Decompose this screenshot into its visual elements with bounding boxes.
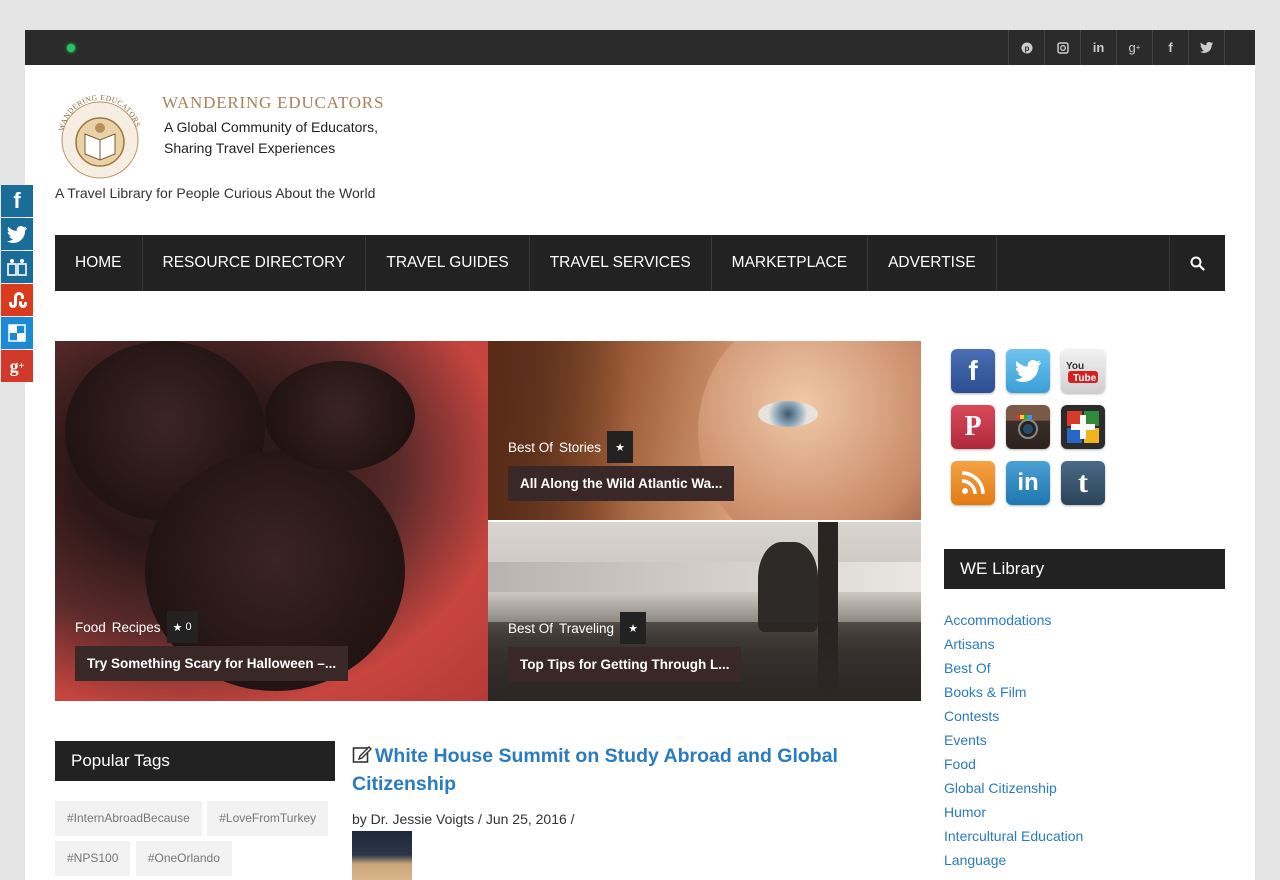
- linkedin-icon[interactable]: in: [1081, 30, 1117, 65]
- library-item[interactable]: Accommodations: [944, 611, 1083, 635]
- google-plus-icon[interactable]: g +: [1, 350, 33, 382]
- stumbleupon-icon[interactable]: [1, 284, 33, 316]
- nav-item-resource-directory[interactable]: RESOURCE DIRECTORY: [143, 235, 367, 291]
- floating-share-bar: f g +: [1, 185, 33, 383]
- tag-cloud: #InternAbroadBecause #LoveFromTurkey #NP…: [55, 801, 335, 880]
- slide-halloween[interactable]: Food Recipes ★ 0 Try Something Scary for…: [55, 341, 488, 701]
- google-plus-icon[interactable]: [1061, 405, 1105, 449]
- library-item[interactable]: Humor: [944, 803, 1083, 827]
- library-item[interactable]: Language: [944, 851, 1083, 875]
- slide-title[interactable]: Top Tips for Getting Through L...: [508, 647, 742, 682]
- nav-item-travel-services[interactable]: TRAVEL SERVICES: [530, 235, 712, 291]
- logo-line-1: A Global Community of Educators,: [164, 119, 378, 135]
- delicious-icon[interactable]: [1, 317, 33, 349]
- facebook-icon[interactable]: f: [1, 185, 33, 217]
- logo-title: WANDERING EDUCATORS: [162, 93, 384, 112]
- widget-title-popular-tags: Popular Tags: [55, 741, 335, 781]
- slide-title[interactable]: Try Something Scary for Halloween –...: [75, 646, 349, 681]
- slide-categories: Best Of Stories ★: [508, 431, 634, 463]
- svg-text:You: You: [1066, 361, 1084, 372]
- category-link[interactable]: Food: [75, 620, 106, 635]
- svg-text:p: p: [1024, 44, 1029, 53]
- tag-link[interactable]: #OneOrlando: [135, 841, 232, 876]
- pinterest-icon[interactable]: P: [951, 405, 995, 449]
- pinterest-icon[interactable]: p: [1009, 30, 1045, 65]
- slide-wild-atlantic[interactable]: Best Of Stories ★ All Along the Wild Atl…: [488, 341, 921, 520]
- slide-categories: Food Recipes ★ 0: [75, 611, 198, 643]
- post-title-block: White House Summit on Study Abroad and G…: [352, 742, 872, 798]
- nav-item-marketplace[interactable]: MARKETPLACE: [712, 235, 869, 291]
- facebook-icon[interactable]: f: [951, 349, 995, 393]
- tag-link[interactable]: #NPS100: [55, 841, 131, 876]
- logo-line-2: Sharing Travel Experiences: [164, 140, 335, 156]
- site-logo[interactable]: WANDERING EDUCATORS WANDERING EDUCATORS …: [55, 92, 395, 182]
- featured-slider: Food Recipes ★ 0 Try Something Scary for…: [55, 341, 921, 701]
- library-item[interactable]: Events: [944, 731, 1083, 755]
- favorite-badge[interactable]: ★ 0: [166, 611, 198, 643]
- slide-categories: Best Of Traveling ★: [508, 612, 647, 644]
- nav-item-advertise[interactable]: ADVERTISE: [868, 235, 997, 291]
- library-item[interactable]: Books & Film: [944, 683, 1083, 707]
- tumblr-icon[interactable]: t: [1061, 461, 1105, 505]
- category-link[interactable]: Traveling: [559, 621, 614, 636]
- search-icon: [1190, 256, 1205, 271]
- instagram-icon[interactable]: [1045, 30, 1081, 65]
- tag-link[interactable]: #InternAbroadBecause: [55, 801, 202, 836]
- instagram-icon[interactable]: [1006, 405, 1050, 449]
- site-tagline: A Travel Library for People Curious Abou…: [55, 185, 376, 201]
- favorite-badge[interactable]: ★: [607, 431, 634, 463]
- library-item[interactable]: Intercultural Education: [944, 827, 1083, 851]
- category-link[interactable]: Best Of: [508, 440, 553, 455]
- slide-airport-tips[interactable]: Best Of Traveling ★ Top Tips for Getting…: [488, 522, 921, 701]
- top-social-icons: p in g + f: [1008, 30, 1225, 65]
- library-item[interactable]: Best Of: [944, 659, 1083, 683]
- category-link[interactable]: Best Of: [508, 621, 553, 636]
- facebook-icon[interactable]: f: [1153, 30, 1189, 65]
- slide-title[interactable]: All Along the Wild Atlantic Wa...: [508, 466, 735, 501]
- nav-item-home[interactable]: HOME: [55, 235, 143, 291]
- widget-title-library: WE Library: [944, 549, 1225, 589]
- svg-text:Tube: Tube: [1073, 373, 1097, 383]
- post-meta: by Dr. Jessie Voigts / Jun 25, 2016 /: [352, 811, 575, 827]
- nav-item-travel-guides[interactable]: TRAVEL GUIDES: [366, 235, 530, 291]
- post-title[interactable]: White House Summit on Study Abroad and G…: [352, 745, 838, 795]
- myspace-icon[interactable]: [1, 251, 33, 283]
- linkedin-icon[interactable]: in: [1006, 461, 1050, 505]
- post-thumbnail[interactable]: [352, 831, 412, 880]
- status-dot: [67, 44, 75, 52]
- library-item[interactable]: Contests: [944, 707, 1083, 731]
- category-link[interactable]: Recipes: [112, 620, 161, 635]
- edit-icon: [352, 746, 372, 763]
- star-icon: ★: [172, 621, 183, 634]
- page: p in g + f WANDERING EDUCATORS WANDERING …: [25, 30, 1255, 880]
- tag-link[interactable]: #LoveFromTurkey: [207, 801, 329, 836]
- favorite-badge[interactable]: ★: [620, 612, 647, 644]
- search-button[interactable]: [1169, 235, 1225, 291]
- star-icon: ★: [615, 441, 625, 454]
- twitter-icon[interactable]: [1189, 30, 1225, 65]
- main-nav: HOME RESOURCE DIRECTORY TRAVEL GUIDES TR…: [55, 235, 1225, 291]
- library-item[interactable]: Food: [944, 755, 1083, 779]
- favorite-count: 0: [185, 621, 192, 633]
- twitter-icon[interactable]: [1, 218, 33, 250]
- library-list: Accommodations Artisans Best Of Books & …: [944, 611, 1083, 875]
- star-icon: ★: [628, 622, 638, 635]
- library-item[interactable]: Global Citizenship: [944, 779, 1083, 803]
- twitter-icon[interactable]: [1006, 349, 1050, 393]
- library-item[interactable]: Artisans: [944, 635, 1083, 659]
- top-bar: p in g + f: [25, 30, 1255, 65]
- youtube-icon[interactable]: You Tube: [1061, 349, 1105, 393]
- rss-icon[interactable]: [951, 461, 995, 505]
- google-plus-icon[interactable]: g +: [1117, 30, 1153, 65]
- category-link[interactable]: Stories: [559, 440, 601, 455]
